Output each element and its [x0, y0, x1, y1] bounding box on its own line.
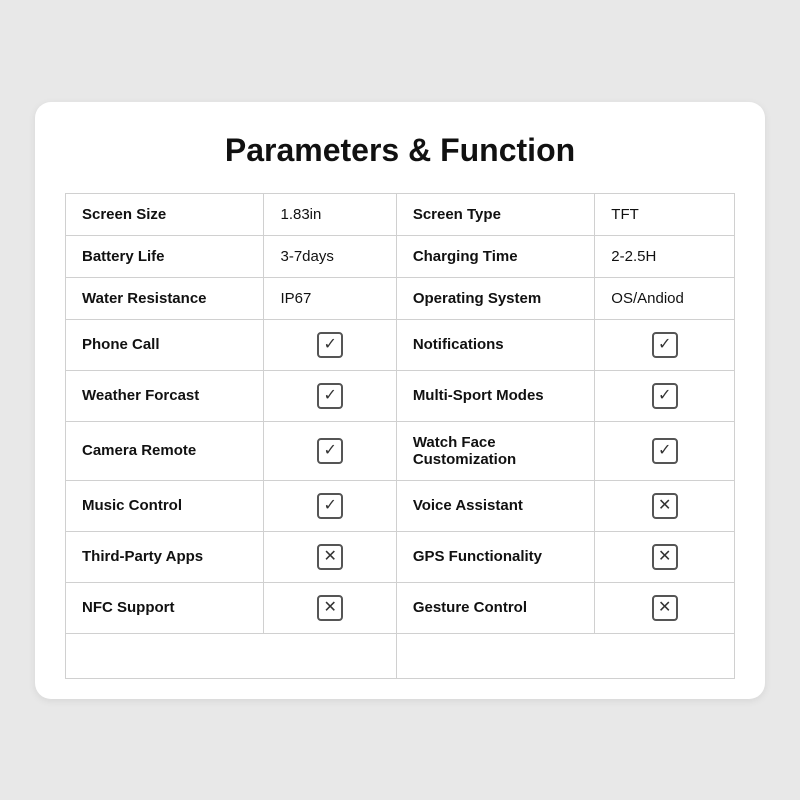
- params-table: Screen Size 1.83in Screen Type TFT Batte…: [65, 193, 735, 679]
- right-value: OS/Andiod: [595, 277, 735, 319]
- empty-row: [66, 633, 735, 678]
- check-yes-icon: ✓: [317, 438, 343, 464]
- table-row: Third-Party Apps ✕ GPS Functionality ✕: [66, 531, 735, 582]
- left-value: 3-7days: [264, 235, 396, 277]
- check-no-icon: ✕: [652, 493, 678, 519]
- right-label: Operating System: [396, 277, 594, 319]
- left-label: Third-Party Apps: [66, 531, 264, 582]
- table-row: NFC Support ✕ Gesture Control ✕: [66, 582, 735, 633]
- main-card: Parameters & Function Screen Size 1.83in…: [35, 102, 765, 699]
- check-yes-icon: ✓: [317, 493, 343, 519]
- left-check-cell: ✕: [264, 531, 396, 582]
- left-label: Phone Call: [66, 319, 264, 370]
- table-row: Camera Remote ✓ Watch Face Customization…: [66, 421, 735, 480]
- left-check-cell: ✓: [264, 370, 396, 421]
- left-label: Water Resistance: [66, 277, 264, 319]
- check-yes-icon: ✓: [652, 383, 678, 409]
- left-label: NFC Support: [66, 582, 264, 633]
- right-value: 2-2.5H: [595, 235, 735, 277]
- left-value: IP67: [264, 277, 396, 319]
- right-label: Charging Time: [396, 235, 594, 277]
- right-label: Gesture Control: [396, 582, 594, 633]
- check-no-icon: ✕: [652, 544, 678, 570]
- check-yes-icon: ✓: [652, 332, 678, 358]
- check-yes-icon: ✓: [652, 438, 678, 464]
- right-check-cell: ✓: [595, 319, 735, 370]
- left-check-cell: ✓: [264, 480, 396, 531]
- check-no-icon: ✕: [317, 595, 343, 621]
- right-check-cell: ✕: [595, 582, 735, 633]
- table-row: Water Resistance IP67 Operating System O…: [66, 277, 735, 319]
- check-yes-icon: ✓: [317, 332, 343, 358]
- left-check-cell: ✕: [264, 582, 396, 633]
- left-label: Battery Life: [66, 235, 264, 277]
- left-label: Camera Remote: [66, 421, 264, 480]
- right-value: TFT: [595, 193, 735, 235]
- right-label: Voice Assistant: [396, 480, 594, 531]
- left-value: 1.83in: [264, 193, 396, 235]
- right-check-cell: ✓: [595, 421, 735, 480]
- check-no-icon: ✕: [652, 595, 678, 621]
- left-label: Weather Forcast: [66, 370, 264, 421]
- table-row: Screen Size 1.83in Screen Type TFT: [66, 193, 735, 235]
- check-yes-icon: ✓: [317, 383, 343, 409]
- right-label: Screen Type: [396, 193, 594, 235]
- table-row: Battery Life 3-7days Charging Time 2-2.5…: [66, 235, 735, 277]
- right-label: GPS Functionality: [396, 531, 594, 582]
- table-row: Phone Call ✓ Notifications ✓: [66, 319, 735, 370]
- table-row: Music Control ✓ Voice Assistant ✕: [66, 480, 735, 531]
- left-label: Music Control: [66, 480, 264, 531]
- right-check-cell: ✕: [595, 480, 735, 531]
- check-no-icon: ✕: [317, 544, 343, 570]
- left-check-cell: ✓: [264, 421, 396, 480]
- page-title: Parameters & Function: [65, 132, 735, 169]
- table-row: Weather Forcast ✓ Multi-Sport Modes ✓: [66, 370, 735, 421]
- right-label: Watch Face Customization: [396, 421, 594, 480]
- right-check-cell: ✓: [595, 370, 735, 421]
- right-label: Multi-Sport Modes: [396, 370, 594, 421]
- right-label: Notifications: [396, 319, 594, 370]
- left-label: Screen Size: [66, 193, 264, 235]
- left-check-cell: ✓: [264, 319, 396, 370]
- right-check-cell: ✕: [595, 531, 735, 582]
